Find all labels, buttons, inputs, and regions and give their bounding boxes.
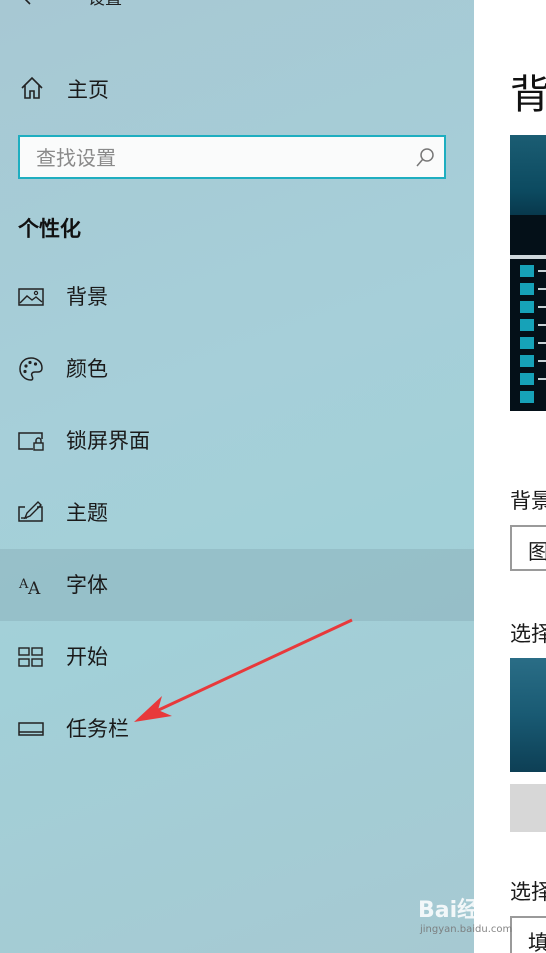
lock-screen-icon — [18, 432, 44, 451]
watermark-subtext: jingyan.baidu.com — [420, 924, 513, 935]
svg-text:A: A — [27, 579, 41, 599]
preview-tile — [520, 301, 534, 313]
preview-tile — [520, 265, 534, 277]
start-icon — [18, 647, 43, 667]
picture-thumbnail[interactable] — [510, 658, 546, 772]
sidebar-item-label: 主题 — [66, 501, 108, 525]
search-input[interactable] — [34, 137, 418, 179]
preview-tile — [520, 283, 534, 295]
preview-tile — [520, 373, 534, 385]
background-dropdown-value: 图 — [528, 540, 546, 564]
section-title: 个性化 — [18, 217, 81, 241]
preview-line — [538, 270, 546, 272]
background-dropdown[interactable]: 图 — [510, 525, 546, 571]
preview-line — [538, 342, 546, 344]
sidebar-item-colors[interactable]: 颜色 — [0, 333, 474, 405]
sidebar-item-label: 颜色 — [66, 357, 108, 381]
palette-icon — [19, 357, 43, 381]
sidebar-item-themes[interactable]: 主题 — [0, 477, 474, 549]
taskbar-icon — [18, 722, 44, 736]
content-pane: 背 背景 图 选择 选择 填 — [474, 0, 546, 953]
sidebar-item-lock-screen[interactable]: 锁屏界面 — [0, 405, 474, 477]
page-title: 背 — [510, 72, 546, 118]
preview-tile — [520, 337, 534, 349]
title-bar: 设置 — [0, 0, 474, 16]
font-icon: A A — [18, 577, 41, 599]
watermark: Bai经验 jingyan.baidu.com — [418, 892, 546, 942]
preview-taskbar — [510, 255, 546, 259]
preview-tile — [520, 319, 534, 331]
picture-icon — [18, 288, 44, 306]
desktop-preview — [510, 135, 546, 411]
app-title: 设置 — [88, 0, 122, 9]
home-label: 主页 — [67, 78, 109, 102]
home-nav-item[interactable]: 主页 — [0, 70, 474, 106]
preview-line — [538, 324, 546, 326]
background-label: 背景 — [510, 489, 546, 513]
sidebar-item-label: 任务栏 — [66, 717, 129, 741]
home-icon — [21, 76, 43, 99]
sidebar-item-label: 背景 — [66, 285, 108, 309]
picture-thumbnail[interactable] — [510, 784, 546, 832]
search-box[interactable] — [18, 135, 446, 179]
preview-line — [538, 378, 546, 380]
theme-icon — [18, 501, 43, 522]
sidebar-item-label: 字体 — [66, 573, 108, 597]
search-icon[interactable] — [414, 147, 436, 169]
settings-sidebar: 设置 主页 个性化 背景 颜色 — [0, 0, 474, 953]
preview-line — [538, 288, 546, 290]
sidebar-item-label: 锁屏界面 — [66, 429, 150, 453]
preview-wallpaper — [510, 135, 546, 215]
choose-picture-label: 选择 — [510, 622, 546, 646]
sidebar-item-taskbar[interactable]: 任务栏 — [0, 693, 474, 765]
sidebar-item-start[interactable]: 开始 — [0, 621, 474, 693]
sidebar-item-fonts[interactable]: A A 字体 — [0, 549, 474, 621]
sidebar-item-background[interactable]: 背景 — [0, 261, 474, 333]
sidebar-item-label: 开始 — [66, 645, 108, 669]
preview-tile — [520, 391, 534, 403]
preview-line — [538, 360, 546, 362]
preview-tile — [520, 355, 534, 367]
preview-line — [538, 306, 546, 308]
back-arrow-icon[interactable] — [20, 0, 42, 8]
watermark-text: Bai经验 — [418, 898, 502, 923]
